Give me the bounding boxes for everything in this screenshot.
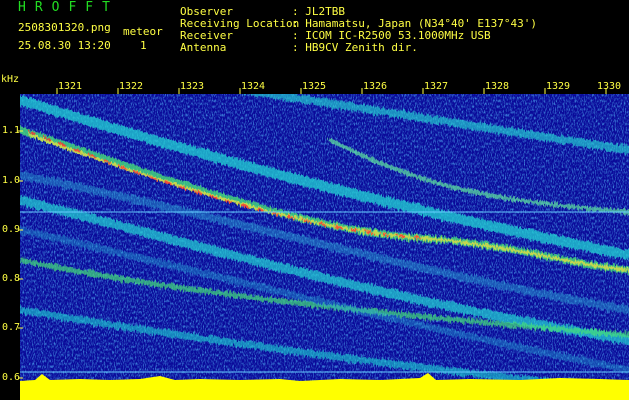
y-tick-label: 1.1 bbox=[2, 125, 21, 136]
x-tick-label: 1324 bbox=[241, 81, 266, 92]
y-tick-label: 0.9 bbox=[2, 224, 21, 235]
field-antenna-label: Antenna bbox=[180, 41, 227, 54]
y-tick-label: 0.6 bbox=[2, 372, 21, 383]
datetime: 25.08.30 13:20 bbox=[18, 39, 111, 52]
field-antenna-value: : HB9CV Zenith dir. bbox=[292, 41, 418, 54]
y-tick-label: 0.7 bbox=[2, 322, 21, 333]
meteor-count-value: 1 bbox=[140, 39, 147, 52]
x-tick-label: 1325 bbox=[302, 81, 327, 92]
x-tick-label: 1322 bbox=[119, 81, 144, 92]
x-tick-label: 1328 bbox=[485, 81, 510, 92]
x-tick-label: 1327 bbox=[424, 81, 449, 92]
x-tick-label: 1330 bbox=[597, 81, 622, 92]
filename: 2508301320.png bbox=[18, 21, 111, 34]
spectrogram bbox=[0, 80, 629, 400]
y-tick-label: 1.0 bbox=[2, 175, 21, 186]
x-tick-label: 1321 bbox=[58, 81, 83, 92]
meteor-count-label: meteor bbox=[123, 25, 163, 38]
x-tick-label: 1323 bbox=[180, 81, 205, 92]
x-tick-label: 1329 bbox=[546, 81, 571, 92]
hrofft-title: HROFFT bbox=[18, 0, 119, 15]
x-tick-label: 1326 bbox=[363, 81, 388, 92]
y-tick-label: 0.8 bbox=[2, 273, 21, 284]
axis-unit-label: kHz bbox=[1, 74, 20, 85]
